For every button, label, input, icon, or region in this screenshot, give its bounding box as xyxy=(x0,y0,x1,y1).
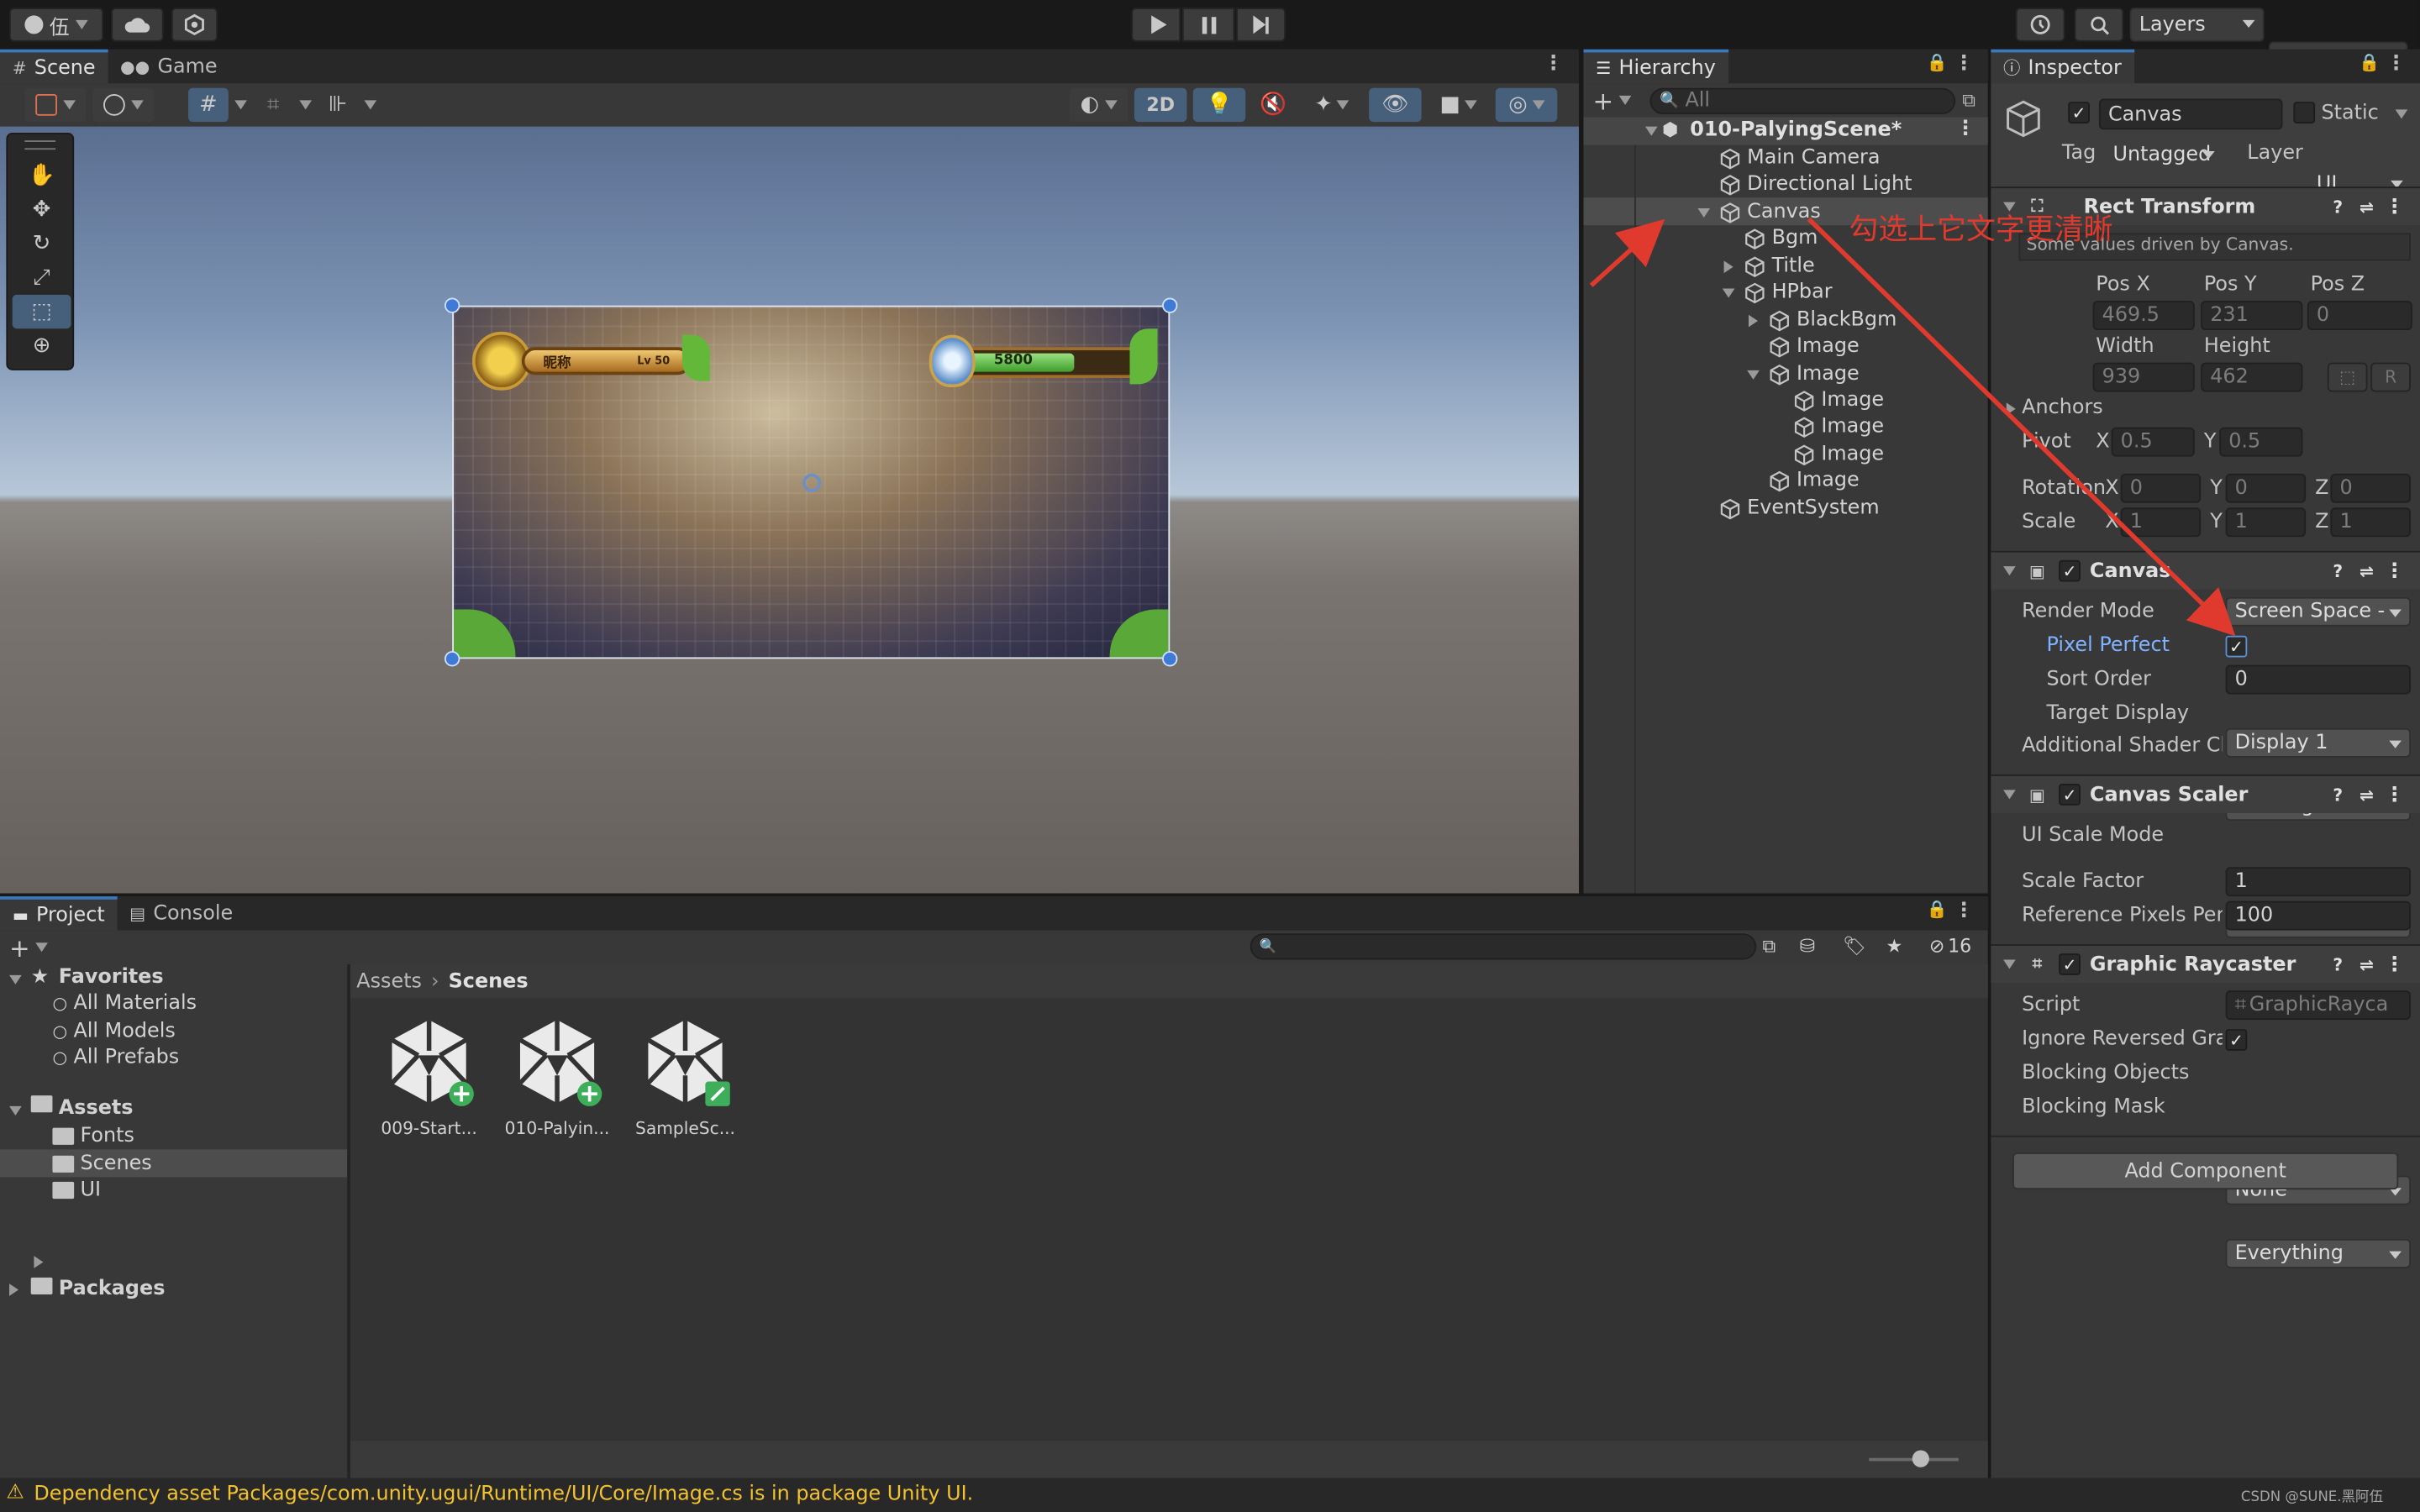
arrow-to-canvas xyxy=(1589,218,1665,287)
annotation-text: 勾选上它文字更清晰 xyxy=(1849,213,2113,247)
arrow-to-pixel-perfect xyxy=(1807,217,2236,637)
